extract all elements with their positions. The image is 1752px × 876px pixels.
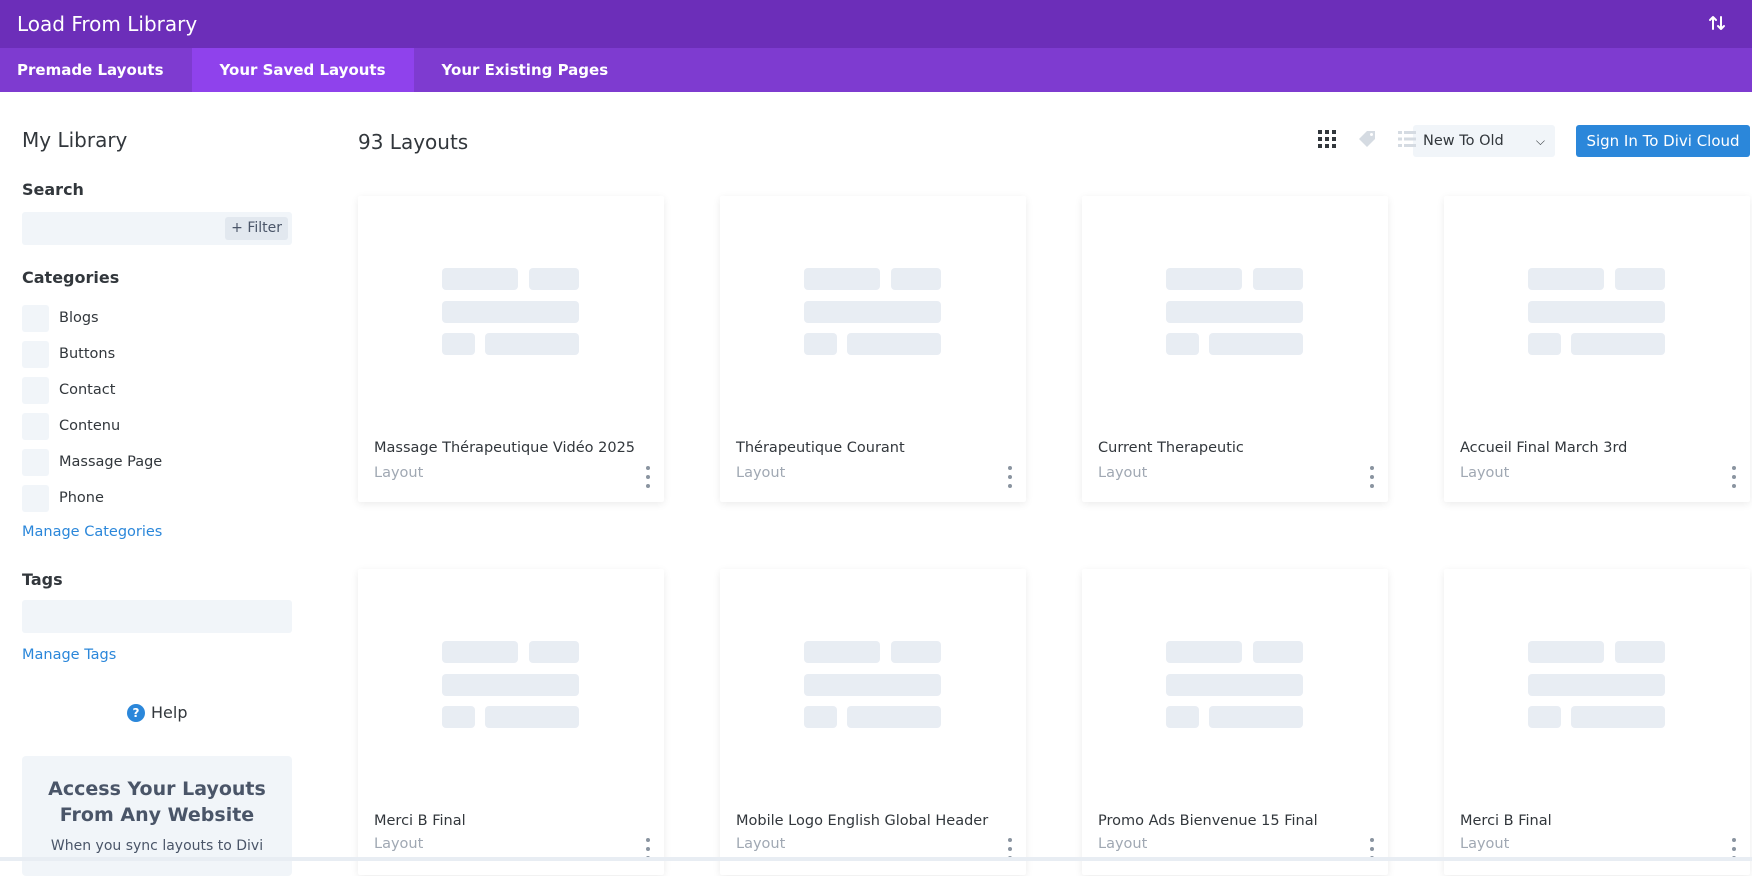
layout-thumbnail-placeholder bbox=[442, 641, 580, 731]
manage-tags-link[interactable]: Manage Tags bbox=[22, 647, 116, 663]
layout-title: Accueil Final March 3rd bbox=[1460, 440, 1627, 456]
layout-title: Promo Ads Bienvenue 15 Final bbox=[1098, 813, 1318, 829]
horizontal-scrollbar[interactable] bbox=[0, 857, 1752, 861]
list-view-icon[interactable] bbox=[1392, 124, 1422, 154]
category-label: Massage Page bbox=[59, 454, 162, 470]
layout-thumbnail-placeholder bbox=[1528, 268, 1666, 358]
layout-thumbnail-placeholder bbox=[1166, 641, 1304, 731]
layout-title: Thérapeutique Courant bbox=[736, 440, 905, 456]
sign-in-divi-cloud-button[interactable]: Sign In To Divi Cloud bbox=[1576, 125, 1750, 157]
sort-order-value: New To Old bbox=[1423, 133, 1504, 149]
layout-card[interactable]: Mobile Logo English Global Header Layout bbox=[720, 569, 1026, 875]
library-sidebar: My Library Search + Filter Categories Bl… bbox=[0, 92, 312, 861]
category-checkbox[interactable] bbox=[22, 413, 49, 440]
category-label: Phone bbox=[59, 490, 104, 506]
layout-type: Layout bbox=[1460, 836, 1509, 852]
category-list: Blogs Buttons Contact Contenu Massage Pa… bbox=[22, 300, 162, 516]
modal-header: Load From Library bbox=[0, 0, 1752, 48]
grid-view-icon[interactable] bbox=[1312, 124, 1342, 154]
category-item-contenu[interactable]: Contenu bbox=[22, 408, 162, 444]
more-options-icon[interactable] bbox=[642, 466, 654, 488]
layout-card[interactable]: Merci B Final Layout bbox=[358, 569, 664, 875]
filter-button[interactable]: + Filter bbox=[225, 217, 288, 240]
question-icon: ? bbox=[127, 704, 145, 722]
layout-title: Merci B Final bbox=[1460, 813, 1552, 829]
layout-thumbnail-placeholder bbox=[804, 268, 942, 358]
layout-type: Layout bbox=[374, 836, 423, 852]
library-main: 93 Layouts New To Old ⌵ Sign In To Divi … bbox=[312, 92, 1752, 861]
layout-title: Merci B Final bbox=[374, 813, 466, 829]
library-tabs: Premade Layouts Your Saved Layouts Your … bbox=[0, 48, 1752, 92]
sidebar-title: My Library bbox=[22, 128, 290, 152]
sort-arrows-icon[interactable] bbox=[1702, 8, 1732, 38]
layout-title: Current Therapeutic bbox=[1098, 440, 1244, 456]
category-label: Contenu bbox=[59, 418, 120, 434]
category-checkbox[interactable] bbox=[22, 305, 49, 332]
layout-title: Massage Thérapeutique Vidéo 2025 bbox=[374, 440, 635, 456]
search-label: Search bbox=[22, 180, 84, 199]
search-input[interactable]: + Filter bbox=[22, 212, 292, 245]
manage-categories-link[interactable]: Manage Categories bbox=[22, 524, 162, 540]
layout-card[interactable]: Thérapeutique Courant Layout bbox=[720, 196, 1026, 502]
more-options-icon[interactable] bbox=[1366, 466, 1378, 488]
tags-label: Tags bbox=[22, 570, 63, 589]
layout-type: Layout bbox=[374, 465, 423, 481]
layout-card[interactable]: Promo Ads Bienvenue 15 Final Layout bbox=[1082, 569, 1388, 875]
promo-title: Access Your Layouts From Any Website bbox=[34, 776, 280, 828]
layout-thumbnail-placeholder bbox=[1166, 268, 1304, 358]
layout-thumbnail-placeholder bbox=[442, 268, 580, 358]
categories-label: Categories bbox=[22, 268, 119, 287]
view-switcher bbox=[1312, 124, 1422, 154]
category-label: Buttons bbox=[59, 346, 115, 362]
category-checkbox[interactable] bbox=[22, 449, 49, 476]
layout-type: Layout bbox=[736, 836, 785, 852]
chevron-down-icon: ⌵ bbox=[1536, 125, 1545, 157]
layout-count: 93 Layouts bbox=[358, 130, 468, 154]
more-options-icon[interactable] bbox=[1728, 466, 1740, 488]
category-item-contact[interactable]: Contact bbox=[22, 372, 162, 408]
help-label: Help bbox=[151, 703, 187, 722]
category-checkbox[interactable] bbox=[22, 377, 49, 404]
tab-your-existing-pages[interactable]: Your Existing Pages bbox=[414, 48, 637, 92]
category-checkbox[interactable] bbox=[22, 485, 49, 512]
category-item-phone[interactable]: Phone bbox=[22, 480, 162, 516]
promo-text: When you sync layouts to Divi bbox=[34, 838, 280, 854]
tab-premade-layouts[interactable]: Premade Layouts bbox=[0, 48, 192, 92]
category-label: Blogs bbox=[59, 310, 99, 326]
tab-your-saved-layouts[interactable]: Your Saved Layouts bbox=[192, 48, 414, 92]
layout-title: Mobile Logo English Global Header bbox=[736, 813, 988, 829]
category-item-buttons[interactable]: Buttons bbox=[22, 336, 162, 372]
sort-order-select[interactable]: New To Old ⌵ bbox=[1413, 125, 1555, 157]
help-link[interactable]: ? Help bbox=[127, 703, 187, 722]
more-options-icon[interactable] bbox=[1004, 466, 1016, 488]
layout-card[interactable]: Current Therapeutic Layout bbox=[1082, 196, 1388, 502]
layout-thumbnail-placeholder bbox=[804, 641, 942, 731]
layout-card[interactable]: Merci B Final Layout bbox=[1444, 569, 1750, 875]
layout-card[interactable]: Massage Thérapeutique Vidéo 2025 Layout bbox=[358, 196, 664, 502]
layout-type: Layout bbox=[1098, 465, 1147, 481]
modal-title: Load From Library bbox=[17, 12, 197, 36]
layout-type: Layout bbox=[1098, 836, 1147, 852]
layout-thumbnail-placeholder bbox=[1528, 641, 1666, 731]
layout-type: Layout bbox=[736, 465, 785, 481]
category-checkbox[interactable] bbox=[22, 341, 49, 368]
category-item-blogs[interactable]: Blogs bbox=[22, 300, 162, 336]
category-label: Contact bbox=[59, 382, 115, 398]
layout-type: Layout bbox=[1460, 465, 1509, 481]
tags-input[interactable] bbox=[22, 600, 292, 633]
layout-card[interactable]: Accueil Final March 3rd Layout bbox=[1444, 196, 1750, 502]
category-item-massage-page[interactable]: Massage Page bbox=[22, 444, 162, 480]
tag-view-icon[interactable] bbox=[1352, 124, 1382, 154]
